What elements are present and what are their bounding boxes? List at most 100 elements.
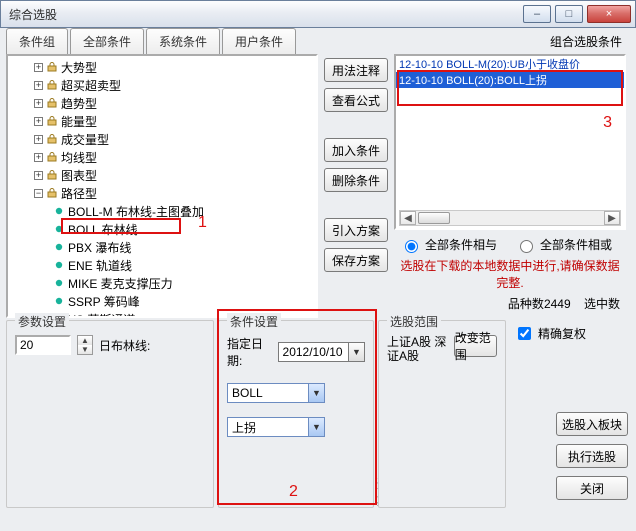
tree-panel[interactable]: + 大势型 + 超买超卖型 + 趋势型 + 能量型 +成交量型 +均线型 +图表型 −路… [6,54,318,318]
import-scheme-button[interactable]: 引入方案 [324,218,388,242]
tree-label: 超买超卖型 [61,77,121,94]
radio-and[interactable]: 全部条件相与 [400,236,497,253]
scroll-right-icon[interactable]: ▶ [604,211,620,225]
plus-icon[interactable]: + [34,99,43,108]
usage-button[interactable]: 用法注释 [324,58,388,82]
conditions-panel: 12-10-10 BOLL-M(20):UB小于收盘价 12-10-10 BOL… [392,54,630,318]
lock-icon [47,80,57,90]
window-title: 综合选股 [9,6,523,23]
tab-group[interactable]: 条件组 [6,28,68,54]
condition-row[interactable]: 12-10-10 BOLL-M(20):UB小于收盘价 [396,56,624,72]
direction-dropdown[interactable]: 上拐 ▼ [227,417,325,437]
precise-checkbox[interactable] [518,327,531,340]
tree-label: 大势型 [61,59,97,76]
plus-icon[interactable]: + [34,171,43,180]
tree-node[interactable]: +均线型 [10,148,314,166]
params-group: 参数设置 20 ▲ ▼ 日布林线: [6,320,214,508]
maximize-button[interactable]: □ [555,5,583,23]
date-label: 指定日期: [227,335,272,369]
leaf-icon [54,260,64,270]
tree-leaf[interactable]: BOLL-M 布林线-主图叠加 [10,202,314,220]
tree-label: ENE 轨道线 [68,257,132,274]
plus-icon[interactable]: + [34,117,43,126]
tree-node[interactable]: + 超买超卖型 [10,76,314,94]
tree-label: 趋势型 [61,95,97,112]
lock-icon [47,188,57,198]
plus-icon[interactable]: + [34,153,43,162]
tree-leaf[interactable]: SSRP 筹码峰 [10,292,314,310]
tree-label: BOLL 布林线 [68,221,138,238]
radio-or[interactable]: 全部条件相或 [515,236,612,253]
spin-down-icon[interactable]: ▼ [78,345,92,354]
run-select-button[interactable]: 执行选股 [556,444,628,468]
minus-icon[interactable]: − [34,189,43,198]
tab-user[interactable]: 用户条件 [222,28,296,54]
tree-node[interactable]: +图表型 [10,166,314,184]
close-button[interactable]: 关闭 [556,476,628,500]
chevron-down-icon[interactable]: ▼ [308,384,324,402]
tree-label: 能量型 [61,113,97,130]
view-formula-button[interactable]: 查看公式 [324,88,388,112]
tree-node-open[interactable]: −路径型 [10,184,314,202]
tree-label: SSRP 筹码峰 [68,293,140,310]
plus-icon[interactable]: + [34,63,43,72]
counter-row: 品种数2449 选中数 [394,293,626,312]
tree-leaf[interactable]: PBX 瀑布线 [10,238,314,256]
warning-text: 选股在下载的本地数据中进行,请确保数据完整. [394,255,626,293]
tab-bar: 条件组 全部条件 系统条件 用户条件 组合选股条件 [0,28,636,54]
tree-node[interactable]: + 趋势型 [10,94,314,112]
condset-legend: 条件设置 [227,313,281,330]
dd2-value: 上拐 [232,419,256,436]
tab-system[interactable]: 系统条件 [146,28,220,54]
param-spinner[interactable]: ▲ ▼ [77,335,93,355]
tree-label: MIKE 麦克支撑压力 [68,275,173,292]
tab-all[interactable]: 全部条件 [70,28,144,54]
horizontal-scrollbar[interactable]: ◀ ▶ [399,210,621,226]
tree-leaf[interactable]: BOLL 布林线 [10,220,314,238]
minimize-button[interactable]: – [523,5,551,23]
tree-leaf[interactable]: MIKE 麦克支撑压力 [10,274,314,292]
param-value-field[interactable]: 20 [15,335,71,355]
spin-up-icon[interactable]: ▲ [78,336,92,345]
params-legend: 参数设置 [15,313,69,330]
scope-text: 上证A股 深证A股 [387,335,448,363]
tree-node[interactable]: +成交量型 [10,130,314,148]
chevron-down-icon[interactable]: ▼ [348,343,364,361]
delete-condition-button[interactable]: 删除条件 [324,168,388,192]
count-val-a: 2449 [544,297,571,311]
date-dropdown[interactable]: 2012/10/10 ▼ [278,342,365,362]
condset-group: 条件设置 指定日期: 2012/10/10 ▼ BOLL ▼ 上拐 ▼ 2 选股… [218,320,374,508]
scroll-track[interactable] [416,211,604,225]
tree-node[interactable]: + 能量型 [10,112,314,130]
condition-row-selected[interactable]: 12-10-10 BOLL(20):BOLL上拐 [396,72,624,88]
tree-leaf[interactable]: ENE 轨道线 [10,256,314,274]
button-column: 用法注释 查看公式 加入条件 删除条件 引入方案 保存方案 [318,54,392,318]
radio-and-input[interactable] [405,240,418,253]
conditions-list[interactable]: 12-10-10 BOLL-M(20):UB小于收盘价 12-10-10 BOL… [394,54,626,230]
boll-dropdown[interactable]: BOLL ▼ [227,383,325,403]
annotation-num-3: 3 [603,114,612,132]
group-cond-label: 组合选股条件 [546,29,622,54]
right-column: 精确复权 选股入板块 执行选股 关闭 [510,320,630,508]
scope-group: 选股范围 上证A股 深证A股 改变范围 [378,320,506,508]
chevron-down-icon[interactable]: ▼ [308,418,324,436]
count-label-b: 选中数 [584,297,620,311]
leaf-icon [54,278,64,288]
add-condition-button[interactable]: 加入条件 [324,138,388,162]
scroll-left-icon[interactable]: ◀ [400,211,416,225]
titlebar[interactable]: 综合选股 – □ × [0,0,636,28]
radio-or-input[interactable] [520,240,533,253]
save-scheme-button[interactable]: 保存方案 [324,248,388,272]
tree-label: BOLL-M 布林线-主图叠加 [68,203,204,220]
lock-icon [47,152,57,162]
select-to-board-button[interactable]: 选股入板块 [556,412,628,436]
plus-icon[interactable]: + [34,81,43,90]
radio-group: 全部条件相与 全部条件相或 [394,230,626,255]
scroll-thumb[interactable] [418,212,450,224]
plus-icon[interactable]: + [34,135,43,144]
close-window-button[interactable]: × [587,5,631,23]
tree-node[interactable]: + 大势型 [10,58,314,76]
precise-label: 精确复权 [538,325,586,342]
change-scope-button[interactable]: 改变范围 [454,335,497,357]
leaf-icon [54,206,64,216]
